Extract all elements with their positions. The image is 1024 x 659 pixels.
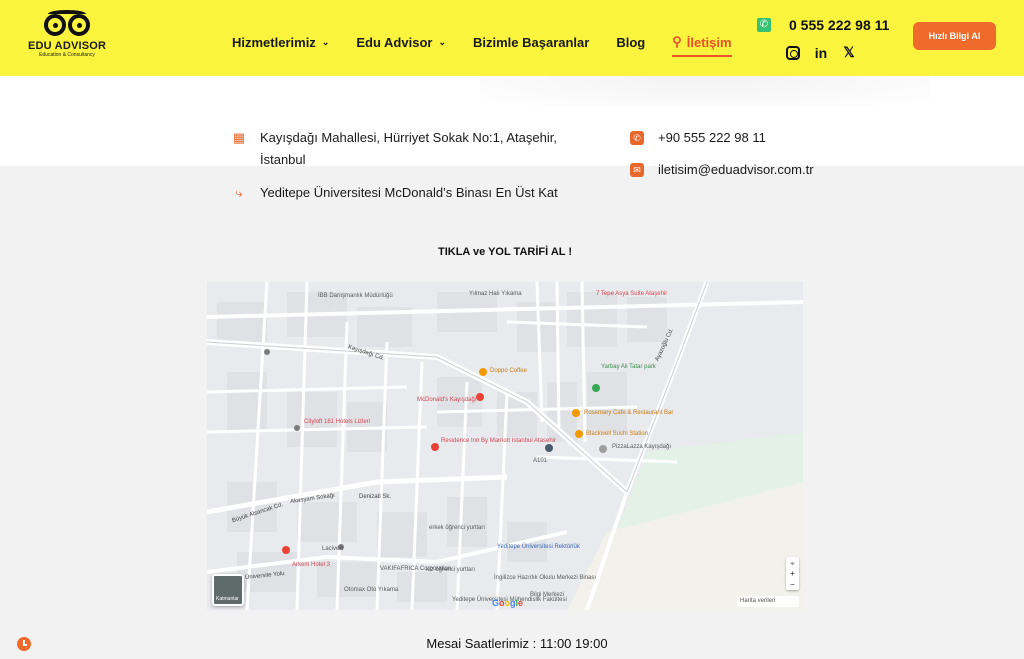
owl-logo-icon [42,10,92,38]
main-nav: Hizmetlerimiz ⌄ Edu Advisor ⌄ Bizimle Ba… [232,27,759,57]
map-label-yeditepe[interactable]: Yeditepe Üniversitesi Rektörlük [497,544,580,550]
directions-text: Yeditepe Üniversitesi McDonald’s Binası … [260,185,558,200]
chevron-down-icon: ⌄ [321,36,330,47]
chevron-down-icon: ⌄ [438,36,446,47]
contact-email: iletisim@eduadvisor.com.tr [658,162,814,177]
address-line1: Kayışdağı Mahallesi, Hürriyet Sokak No:1… [260,130,557,145]
map-label-vakif[interactable]: VAKIFAFRICA Corporation [380,566,451,572]
nav-item-label: Hizmetlerimiz [232,34,316,50]
social-links: in 𝕏 [786,44,870,61]
nav-item-label: İletişim [686,34,732,50]
map-label-yarbay[interactable]: Yarbay Ali Tatar park [601,364,656,370]
nav-item-label: Blog [616,34,646,50]
directions-cta[interactable]: TIKLA ve YOL TARİFİ AL ! [0,246,1010,258]
map-label-mcdonalds[interactable]: McDonald's Kayışdağı [417,397,477,403]
phone-icon: ✆ [757,18,771,32]
map-label-erkek[interactable]: erkek öğrenci yurtları [429,525,485,531]
brand-logo[interactable]: EDU ADVISOR Education & Consultancy [28,10,106,64]
map-label-rosemary[interactable]: Rosemary Cafe & Restaurant Bar [584,410,673,416]
nav-item-label: Bizimle Başaranlar [473,34,590,50]
map-pin-icon: ⚲ [672,34,682,49]
brand-tagline: Education & Consultancy [39,52,95,58]
google-logo: Google [492,598,524,608]
nav-item-blog[interactable]: Blog [616,35,645,50]
zoom-out-button[interactable]: − [786,579,799,590]
x-icon[interactable]: 𝕏 [842,44,856,61]
map-label-otomax[interactable]: Otomax Oto Yıkama [344,587,398,593]
map-label-cityloft[interactable]: Cityloft 161 Hotels Lizleri [304,419,370,425]
zoom-controls: + − [786,568,799,590]
phone-icon: ✆ [630,131,644,145]
route-icon: ⤷ [235,185,243,200]
map-layers-button[interactable]: Katmanlar [212,574,244,606]
nav-item-bizimle-basaranlar[interactable]: Bizimle Başaranlar [473,35,589,50]
map-label-ingilizce[interactable]: İngilizce Hazırlık Okulu Merkezi Binası [494,575,596,581]
map-label-a101[interactable]: A101 [533,458,547,464]
map-label-pizza[interactable]: PizzaLazza Kayışdağı [612,444,671,450]
clock-icon[interactable] [17,637,31,651]
map-canvas [207,282,803,610]
header-phone[interactable]: ✆ 0 555 222 98 11 [757,17,889,33]
instagram-icon[interactable] [786,45,800,60]
map-label-ibb[interactable]: İBB Danışmanlık Müdürlüğü [318,293,393,299]
nav-item-edu-advisor[interactable]: Edu Advisor ⌄ [356,35,446,50]
map-label-tepe[interactable]: 7 Tepe Asya Suite Ataşehir [596,291,667,297]
nav-item-hizmetlerimiz[interactable]: Hizmetlerimiz ⌄ [232,35,329,50]
working-hours: Mesai Saatlerimiz : 11:00 19:00 [426,636,608,651]
map-label-arkem[interactable]: Arkem Hotel 3 [292,562,330,568]
map-label-yilmaz[interactable]: Yılmaz Halı Yıkama [469,291,522,297]
map-label-blackwell[interactable]: Blackwell Sushi Station [586,431,648,437]
directions-row: ⤷ Yeditepe Üniversitesi McDonald’s Binas… [232,182,558,204]
brand-name: EDU ADVISOR [28,40,107,52]
nav-item-label: Edu Advisor [356,34,433,50]
map-attribution[interactable]: Harita verileri [737,596,799,607]
email-icon: ✉ [630,163,644,177]
header-phone-number: 0 555 222 98 11 [789,17,890,33]
map-label-bilgi[interactable]: Bilgi Merkezi [530,592,564,598]
dropdown-shadow [480,76,930,106]
address-row: ▦ Kayışdağı Mahallesi, Hürriyet Sokak No… [232,127,582,171]
zoom-in-button[interactable]: + [786,568,799,579]
linkedin-icon[interactable]: in [814,45,828,61]
site-header: EDU ADVISOR Education & Consultancy Hizm… [0,0,1024,76]
nav-item-iletisim[interactable]: ⚲ İletişim [672,34,732,57]
map-road-denizati: Denizati Sk. [359,494,392,500]
email-row[interactable]: ✉ iletisim@eduadvisor.com.tr [630,159,814,181]
contact-phone: +90 555 222 98 11 [658,130,766,145]
map-label-residence[interactable]: Residence Inn By Marriott Istanbul Atase… [441,438,556,444]
quick-info-button[interactable]: Hızlı Bilgi Al [913,22,996,50]
address-line2: İstanbul [260,152,306,167]
address-text: Kayışdağı Mahallesi, Hürriyet Sokak No:1… [260,127,557,171]
map-icon: ▦ [232,130,246,145]
map-label-dopo[interactable]: Doppo Coffee [490,368,527,374]
google-map[interactable]: İBB Danışmanlık Müdürlüğü Yılmaz Halı Yı… [207,282,803,610]
map-label-lacivert[interactable]: Lacivert [322,546,343,552]
layers-label: Katmanlar [216,596,239,602]
phone-row[interactable]: ✆ +90 555 222 98 11 [630,127,766,149]
